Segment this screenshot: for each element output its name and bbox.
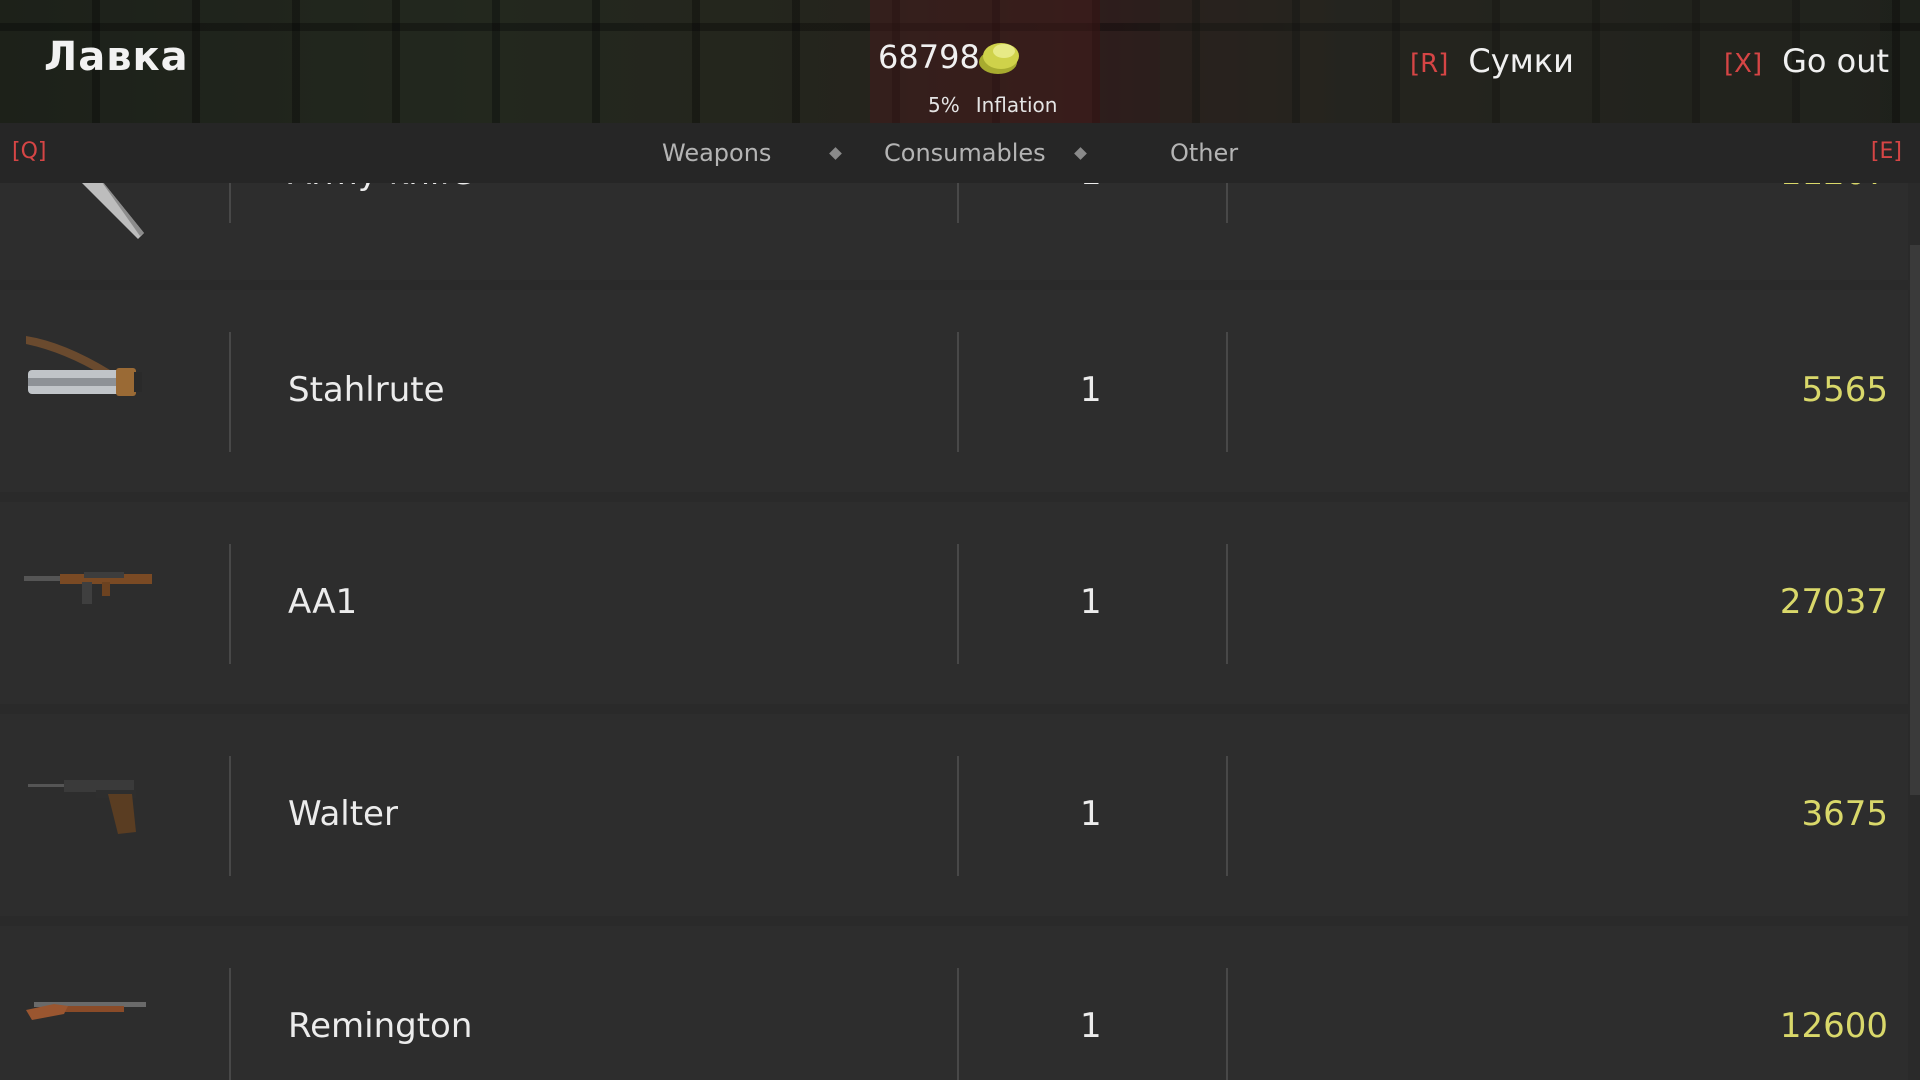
column-divider: [1226, 183, 1228, 223]
column-divider: [957, 332, 959, 452]
item-quantity: 1: [1080, 1006, 1102, 1046]
item-price: 11207: [1780, 183, 1888, 193]
column-divider: [1226, 756, 1228, 876]
exit-label: Go out: [1782, 42, 1890, 80]
item-name: Walter: [288, 794, 398, 834]
column-divider: [229, 332, 231, 452]
tab-separator-diamond: [829, 147, 842, 160]
item-list: Army knife 1 11207 Stahlrute 1 5565: [0, 183, 1908, 1080]
inflation-indicator: 5% Inflation: [928, 93, 1057, 117]
baton-icon: [24, 328, 154, 412]
bags-button[interactable]: [R] Сумки: [1410, 42, 1574, 80]
tab-consumables[interactable]: Consumables: [884, 139, 1046, 167]
page-title: Лавка: [44, 34, 189, 80]
column-divider: [1226, 544, 1228, 664]
list-item[interactable]: AA1 1 27037: [0, 502, 1908, 704]
list-item[interactable]: Walter 1 3675: [0, 714, 1908, 916]
column-divider: [1226, 332, 1228, 452]
coin-icon: [976, 36, 1022, 78]
item-price: 3675: [1801, 794, 1888, 834]
item-name: Stahlrute: [288, 370, 445, 410]
knife-icon: [24, 183, 154, 247]
next-tab-hotkey[interactable]: [E]: [1871, 139, 1902, 164]
item-name: AA1: [288, 582, 358, 622]
exit-hotkey: [X]: [1724, 49, 1763, 79]
list-item[interactable]: Army knife 1 11207: [0, 183, 1908, 280]
shotgun-icon: [24, 996, 154, 1030]
bags-hotkey: [R]: [1410, 49, 1449, 79]
column-divider: [229, 544, 231, 664]
column-divider: [229, 756, 231, 876]
item-name: Army knife: [288, 183, 472, 193]
list-item[interactable]: Remington 1 12600: [0, 926, 1908, 1080]
column-divider: [229, 968, 231, 1080]
inflation-percent: 5%: [928, 93, 960, 117]
item-quantity: 1: [1080, 183, 1102, 193]
column-divider: [957, 968, 959, 1080]
pistol-icon: [24, 770, 154, 844]
shop-header: Лавка 68798 5% Inflation [R] Сумки [X] Go o…: [0, 0, 1920, 123]
item-quantity: 1: [1080, 582, 1102, 622]
scrollbar[interactable]: [1910, 245, 1920, 795]
bags-label: Сумки: [1468, 42, 1574, 80]
tab-separator-diamond: [1074, 147, 1087, 160]
column-divider: [957, 544, 959, 664]
column-divider: [957, 183, 959, 223]
item-price: 12600: [1779, 1006, 1888, 1046]
tab-weapons[interactable]: Weapons: [662, 139, 771, 167]
item-quantity: 1: [1080, 370, 1102, 410]
list-item[interactable]: Stahlrute 1 5565: [0, 290, 1908, 492]
submachine-gun-icon: [24, 570, 154, 614]
money-amount: 68798: [878, 38, 980, 76]
inflation-label: Inflation: [975, 93, 1058, 117]
item-name: Remington: [288, 1006, 473, 1046]
tab-other[interactable]: Other: [1170, 139, 1238, 167]
column-divider: [957, 756, 959, 876]
item-quantity: 1: [1080, 794, 1102, 834]
exit-button[interactable]: [X] Go out: [1724, 42, 1889, 80]
prev-tab-hotkey[interactable]: [Q]: [12, 139, 46, 164]
item-price: 27037: [1779, 582, 1888, 622]
column-divider: [229, 183, 231, 223]
item-price: 5565: [1801, 370, 1888, 410]
column-divider: [1226, 968, 1228, 1080]
category-tabs: [Q] Weapons Consumables Other [E]: [0, 123, 1920, 183]
